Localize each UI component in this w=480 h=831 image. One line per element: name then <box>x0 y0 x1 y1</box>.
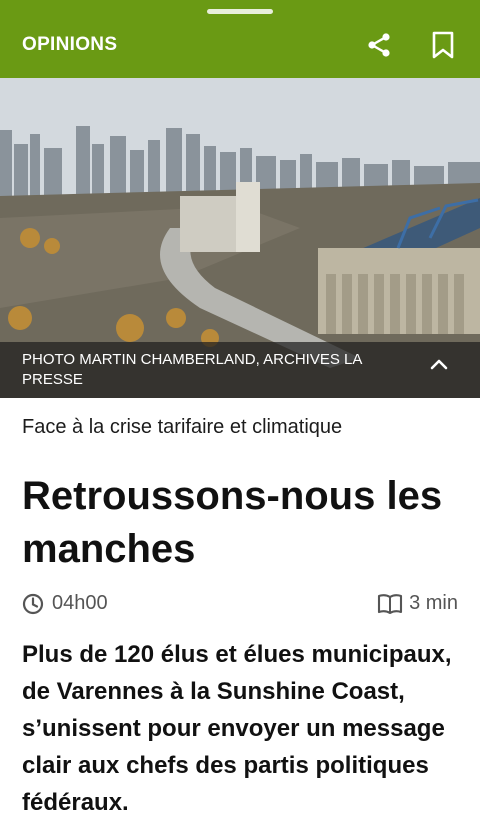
bookmark-button[interactable] <box>428 30 458 60</box>
article-title: Retroussons-nous les manches <box>22 474 443 571</box>
share-button[interactable] <box>364 30 394 60</box>
app-header: OPINIONS <box>0 0 480 78</box>
photo-caption-bar: PHOTO MARTIN CHAMBERLAND, ARCHIVES LA PR… <box>0 342 480 398</box>
article-lede: Plus de 120 élus et élues municipaux, de… <box>22 641 452 816</box>
publish-time: 04h00 <box>22 592 108 615</box>
article-kicker: Face à la crise tarifaire et climatique <box>22 416 343 438</box>
clock-icon <box>22 593 44 614</box>
open-book-icon <box>378 593 403 614</box>
reading-time: 3 min <box>377 592 458 615</box>
publish-time-text: 04h00 <box>52 592 108 614</box>
photo-caption: PHOTO MARTIN CHAMBERLAND, ARCHIVES LA PR… <box>22 351 362 388</box>
share-icon <box>368 33 390 57</box>
chevron-up-icon <box>430 359 448 370</box>
sheet-grabber[interactable] <box>207 9 273 14</box>
caption-collapse-button[interactable] <box>430 358 456 384</box>
section-title: OPINIONS <box>22 34 118 55</box>
article-photo: PHOTO MARTIN CHAMBERLAND, ARCHIVES LA PR… <box>0 78 480 398</box>
reading-time-text: 3 min <box>409 592 458 614</box>
bookmark-icon <box>432 31 454 59</box>
